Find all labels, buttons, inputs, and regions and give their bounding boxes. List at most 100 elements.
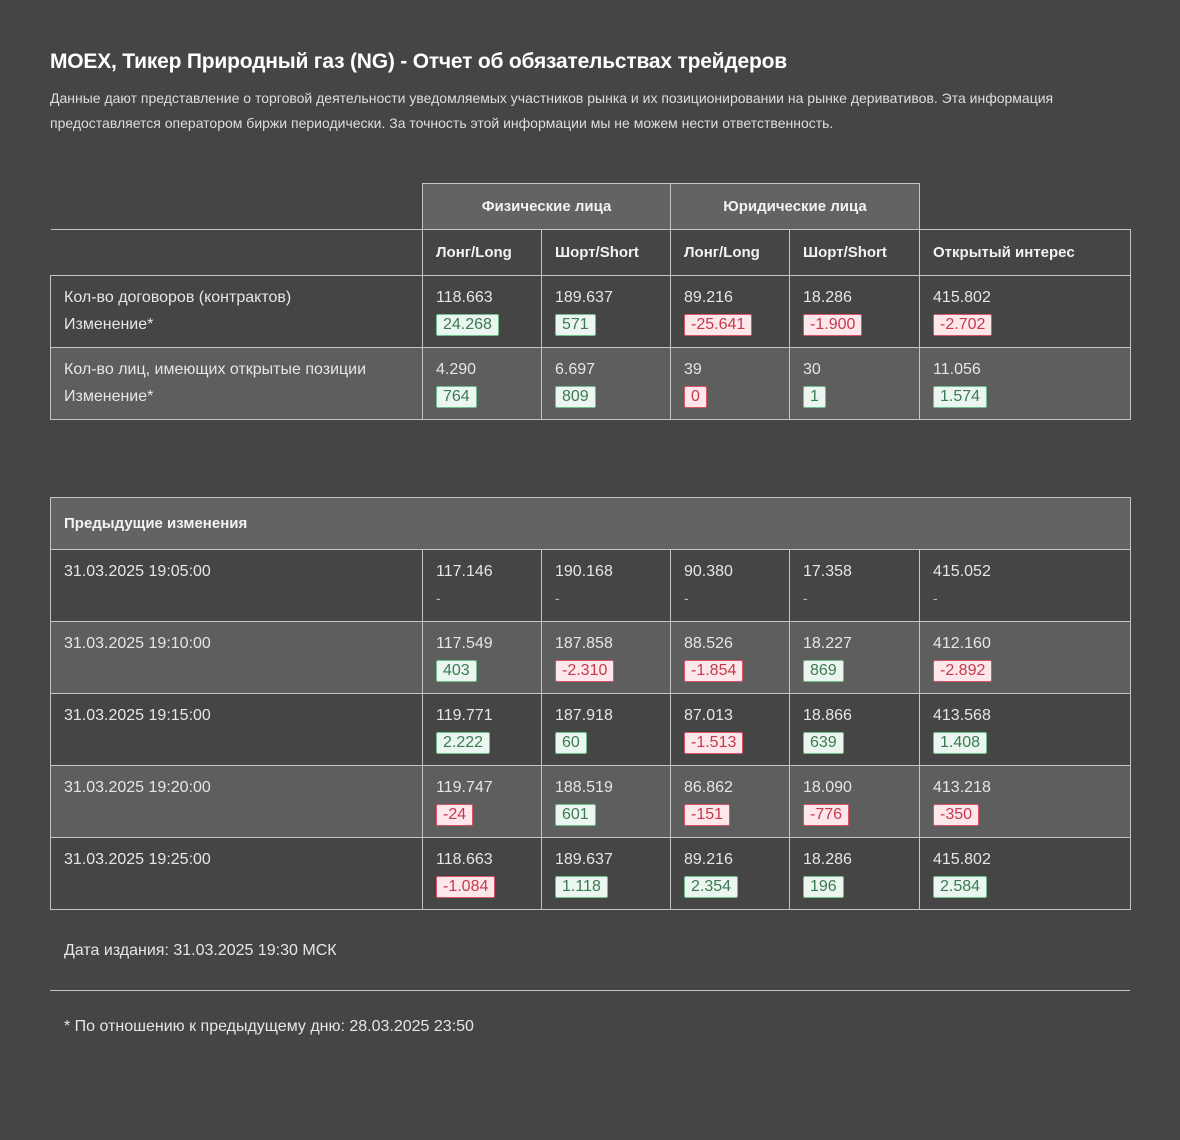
value-block: 11.056 1.574 — [933, 348, 1117, 409]
change-dash: - — [555, 590, 560, 606]
row-sublabel-text: Изменение* — [64, 388, 154, 405]
value-cell: 189.637 1.118 — [541, 837, 671, 910]
value-cell: 89.216 2.354 — [670, 837, 790, 910]
row-label: Кол-во лиц, имеющих открытые позиции Изме… — [64, 348, 409, 409]
change-badge-positive: 764 — [436, 386, 477, 408]
value-text: 86.862 — [684, 779, 733, 796]
value-block: 4.290 764 — [436, 348, 528, 409]
value-cell: 117.549 403 — [422, 621, 542, 694]
value-cell: 119.747 -24 — [422, 765, 542, 838]
value-text: 89.216 — [684, 851, 733, 868]
table-row: 31.03.2025 19:15:00 119.771 2.222 187.918 60… — [50, 693, 1132, 766]
change-badge-negative: -350 — [933, 804, 980, 826]
value-text: 117.146 — [436, 563, 493, 580]
value-block: 413.218 -350 — [933, 766, 1117, 827]
value-text: 118.663 — [436, 851, 493, 868]
table-row: 31.03.2025 19:10:00 117.549 403 187.858 -2.3… — [50, 621, 1132, 694]
value-block: 87.013 -1.513 — [684, 694, 776, 755]
value-text: 119.771 — [436, 707, 493, 724]
value-block: 189.637 571 — [555, 276, 657, 337]
value-block: 18.090 -776 — [803, 766, 906, 827]
change-badge-negative: 0 — [684, 386, 707, 408]
value-text: 4.290 — [436, 361, 477, 378]
column-header-short-individuals: Шорт/Short — [540, 229, 672, 276]
change-badge-positive: 196 — [803, 876, 844, 898]
value-text: 87.013 — [684, 707, 733, 724]
value-block: 6.697 809 — [555, 348, 657, 409]
value-text: 18.866 — [803, 707, 852, 724]
value-cell: 88.526 -1.854 — [670, 621, 790, 694]
value-cell: 189.637 571 — [540, 275, 672, 348]
value-cell: 90.380 - — [670, 549, 790, 622]
divider — [50, 990, 1130, 991]
value-text: 18.286 — [803, 851, 852, 868]
column-header-long-individuals: Лонг/Long — [422, 229, 542, 276]
row-label-cell: 31.03.2025 19:20:00 — [50, 765, 423, 838]
value-text: 18.286 — [803, 289, 852, 306]
value-cell: 412.160 -2.892 — [918, 621, 1132, 694]
value-block: 89.216 -25.641 — [684, 276, 776, 337]
row-timestamp: 31.03.2025 19:15:00 — [64, 707, 211, 724]
value-cell: 18.090 -776 — [789, 765, 920, 838]
footnote: * По отношению к предыдущему дню: 28.03.… — [64, 1018, 474, 1035]
value-text: 413.218 — [933, 779, 991, 796]
value-cell: 18.866 639 — [789, 693, 920, 766]
value-text: 189.637 — [555, 851, 613, 868]
value-cell: 187.858 -2.310 — [541, 621, 671, 694]
summary-table: Физические лица Юридические лица Лонг/Lo… — [50, 183, 1132, 420]
change-dash: - — [684, 590, 689, 606]
publication-date: Дата издания: 31.03.2025 19:30 МСК — [64, 942, 337, 959]
value-block: 190.168 - — [555, 550, 657, 611]
table-row: Кол-во лиц, имеющих открытые позиции Изме… — [50, 347, 1132, 420]
change-badge-positive: 2.222 — [436, 732, 491, 754]
value-block: 412.160 -2.892 — [933, 622, 1117, 683]
value-block: 187.858 -2.310 — [555, 622, 657, 683]
change-badge-negative: -2.892 — [933, 660, 993, 682]
value-block: 117.146 - — [436, 550, 528, 611]
value-block: 118.663 24.268 — [436, 276, 528, 337]
change-badge-positive: 1 — [803, 386, 826, 408]
value-block: 119.771 2.222 — [436, 694, 528, 755]
row-label: 31.03.2025 19:20:00 — [64, 766, 409, 827]
value-text: 88.526 — [684, 635, 733, 652]
change-badge-negative: -151 — [684, 804, 731, 826]
row-sublabel-text: Изменение* — [64, 316, 154, 333]
value-text: 18.227 — [803, 635, 852, 652]
value-block: 188.519 601 — [555, 766, 657, 827]
value-cell: 4.290 764 — [422, 347, 542, 420]
change-dash: - — [933, 590, 938, 606]
empty-corner — [50, 183, 423, 230]
history-heading: Предыдущие изменения — [49, 497, 1132, 550]
table-row: 31.03.2025 19:25:00 118.663 -1.084 189.637 1… — [50, 837, 1132, 910]
change-badge-negative: -1.854 — [684, 660, 744, 682]
row-label: 31.03.2025 19:10:00 — [64, 622, 409, 683]
group-header-legal-entities: Юридические лица — [670, 183, 921, 230]
row-timestamp: 31.03.2025 19:20:00 — [64, 779, 211, 796]
change-badge-positive: 1.408 — [933, 732, 988, 754]
change-badge-negative: -1.900 — [803, 314, 863, 336]
value-text: 119.747 — [436, 779, 493, 796]
change-badge-positive: 869 — [803, 660, 844, 682]
value-cell: 39 0 — [670, 347, 791, 420]
value-cell: 413.568 1.408 — [918, 693, 1132, 766]
row-label-cell: 31.03.2025 19:15:00 — [50, 693, 423, 766]
column-header-open-interest: Открытый интерес — [919, 229, 1132, 276]
change-badge-negative: -1.513 — [684, 732, 744, 754]
value-block: 415.802 2.584 — [933, 838, 1117, 899]
column-header-long-legal: Лонг/Long — [670, 229, 791, 276]
value-cell: 415.052 - — [918, 549, 1132, 622]
value-block: 413.568 1.408 — [933, 694, 1117, 755]
value-cell: 413.218 -350 — [918, 765, 1132, 838]
change-dash: - — [436, 590, 441, 606]
report-page: MOEX, Тикер Природный газ (NG) - Отчет о… — [0, 0, 1180, 1140]
page-description: Данные дают представление о торговой дея… — [50, 90, 1054, 131]
value-block: 415.802 -2.702 — [933, 276, 1117, 337]
value-block: 18.227 869 — [803, 622, 906, 683]
change-badge-positive: 809 — [555, 386, 596, 408]
value-cell: 190.168 - — [541, 549, 671, 622]
change-dash: - — [803, 590, 808, 606]
value-block: 18.286 196 — [803, 838, 906, 899]
value-cell: 11.056 1.574 — [919, 347, 1132, 420]
change-badge-negative: -25.641 — [684, 314, 753, 336]
value-cell: 18.286 -1.900 — [789, 275, 921, 348]
